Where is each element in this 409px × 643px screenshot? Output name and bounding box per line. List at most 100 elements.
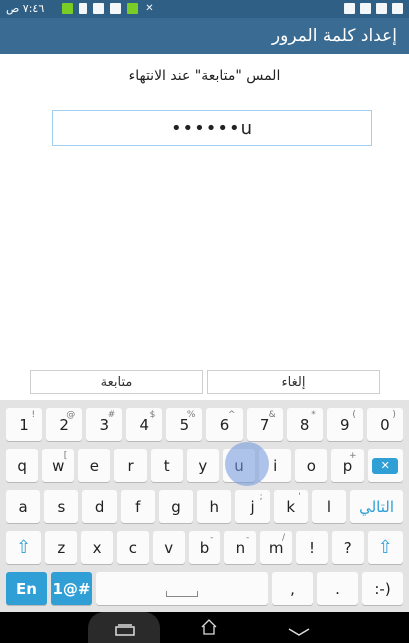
key-t[interactable]: t bbox=[150, 449, 183, 482]
key-sym[interactable]: ! bbox=[296, 531, 328, 564]
key-press-highlight bbox=[225, 442, 269, 486]
key-g[interactable]: g bbox=[158, 490, 194, 523]
key-0[interactable]: 0) bbox=[366, 408, 403, 441]
password-input[interactable]: ••••••u bbox=[52, 110, 372, 146]
keyboard-row-zxcv: ⇧ z x c v b - n - m /!? ⇧ bbox=[6, 531, 403, 564]
space-key[interactable] bbox=[95, 572, 269, 605]
keyboard-row-qwerty: qw[ertyuiop+✕ bbox=[6, 449, 403, 482]
key-s[interactable]: s bbox=[44, 490, 79, 523]
recents-icon[interactable] bbox=[115, 621, 135, 640]
keyboard-row-bottom: En 1@# , . :-) bbox=[6, 572, 404, 605]
key-e[interactable]: e bbox=[78, 449, 111, 482]
battery-icon bbox=[127, 3, 138, 14]
status-system-icons bbox=[344, 3, 403, 14]
key-l[interactable]: l bbox=[311, 490, 347, 523]
back-chevron-icon[interactable] bbox=[288, 622, 310, 641]
key-3[interactable]: 3 # bbox=[86, 408, 123, 441]
key-secondary-label: + bbox=[349, 451, 357, 461]
home-icon[interactable] bbox=[200, 618, 218, 640]
keyboard-row-asdf: a s d f g h j; k ' l التالي bbox=[6, 490, 403, 523]
key-secondary-label: # bbox=[107, 410, 116, 420]
key-label: o bbox=[306, 456, 316, 475]
password-value: ••••••u bbox=[170, 117, 254, 139]
key-d[interactable]: d bbox=[82, 490, 117, 523]
key-c[interactable]: c bbox=[116, 531, 149, 564]
key-label: c bbox=[128, 538, 138, 557]
cancel-button[interactable]: إلغاء bbox=[207, 370, 380, 394]
key-o[interactable]: o bbox=[295, 449, 328, 482]
key-label: z bbox=[57, 538, 66, 557]
key-5[interactable]: 5% bbox=[166, 408, 203, 441]
emoji-key[interactable]: :-) bbox=[362, 572, 404, 605]
key-z[interactable]: z bbox=[45, 531, 78, 564]
key-r[interactable]: r bbox=[114, 449, 147, 482]
key-label: f bbox=[135, 497, 141, 516]
key-x[interactable]: x bbox=[81, 531, 113, 564]
key-label: v bbox=[164, 538, 174, 557]
comma-key[interactable]: , bbox=[272, 572, 314, 605]
keyboard-row-asdf-letters: a s d f g h j; k ' l bbox=[6, 490, 347, 523]
key-a[interactable]: a bbox=[6, 490, 41, 523]
key-label: y bbox=[198, 456, 208, 475]
document-icon bbox=[93, 3, 104, 14]
key-1[interactable]: 1! bbox=[6, 408, 43, 441]
key-label: 1 bbox=[19, 415, 29, 434]
key-b[interactable]: b- bbox=[188, 531, 221, 564]
key-h[interactable]: h bbox=[197, 490, 232, 523]
chart-icon bbox=[110, 3, 121, 14]
key-label: k bbox=[286, 497, 296, 516]
key-7[interactable]: 7 & bbox=[246, 408, 283, 441]
key-v[interactable]: v bbox=[152, 531, 185, 564]
language-key[interactable]: En bbox=[6, 572, 47, 605]
key-secondary-label: - bbox=[245, 533, 250, 543]
app-bar: إعداد كلمة المرور bbox=[0, 18, 409, 54]
key-2[interactable]: 2 @ bbox=[46, 408, 83, 441]
symbols-key[interactable]: 1@# bbox=[50, 572, 92, 605]
key-m[interactable]: m / bbox=[260, 531, 293, 564]
calendar-icon bbox=[392, 3, 403, 14]
status-notification-icons: ✕ bbox=[62, 3, 155, 14]
backspace-key[interactable]: ✕ bbox=[367, 449, 403, 482]
key-k[interactable]: k ' bbox=[273, 490, 308, 523]
key-sym[interactable]: ? bbox=[331, 531, 364, 564]
key-4[interactable]: 4 $ bbox=[126, 408, 163, 441]
key-label: x bbox=[92, 538, 102, 557]
mail-icon bbox=[376, 3, 387, 14]
period-key[interactable]: . bbox=[317, 572, 359, 605]
key-9[interactable]: 9( bbox=[326, 408, 363, 441]
key-label: w bbox=[52, 456, 65, 475]
signal-icon bbox=[79, 3, 87, 14]
key-secondary-label: ' bbox=[298, 492, 301, 502]
key-n[interactable]: n- bbox=[224, 531, 257, 564]
shift-left-key[interactable]: ⇧ bbox=[6, 531, 42, 564]
key-f[interactable]: f bbox=[120, 490, 155, 523]
key-label: ? bbox=[343, 538, 352, 557]
key-8[interactable]: 8 * bbox=[286, 408, 323, 441]
key-label: t bbox=[163, 456, 170, 475]
continue-button[interactable]: متابعة bbox=[30, 370, 203, 394]
status-time: ٧:٤٦ ص bbox=[6, 2, 45, 15]
shift-right-key[interactable]: ⇧ bbox=[367, 531, 403, 564]
next-key[interactable]: التالي bbox=[350, 490, 403, 523]
key-secondary-label: [ bbox=[63, 451, 68, 461]
key-j[interactable]: j; bbox=[235, 490, 270, 523]
key-y[interactable]: y bbox=[186, 449, 219, 482]
instruction-text: المس "متابعة" عند الانتهاء bbox=[128, 68, 281, 84]
mute-icon: ✕ bbox=[145, 3, 154, 14]
key-secondary-label: & bbox=[268, 410, 276, 420]
key-label: a bbox=[18, 497, 28, 516]
key-label: l bbox=[326, 497, 332, 516]
key-6[interactable]: 6 ^ bbox=[206, 408, 243, 441]
key-label: b bbox=[199, 538, 210, 557]
key-secondary-label: @ bbox=[66, 410, 76, 420]
action-buttons: متابعة إلغاء bbox=[30, 370, 380, 394]
key-q[interactable]: q bbox=[6, 449, 39, 482]
key-label: 8 bbox=[299, 415, 310, 434]
status-bar: ٧:٤٦ ص ✕ bbox=[0, 0, 409, 18]
key-secondary-label: % bbox=[186, 410, 196, 420]
key-label: i bbox=[273, 456, 278, 475]
key-p[interactable]: p + bbox=[331, 449, 364, 482]
key-w[interactable]: w[ bbox=[42, 449, 75, 482]
key-label: s bbox=[57, 497, 66, 516]
page-title: إعداد كلمة المرور bbox=[271, 26, 397, 46]
